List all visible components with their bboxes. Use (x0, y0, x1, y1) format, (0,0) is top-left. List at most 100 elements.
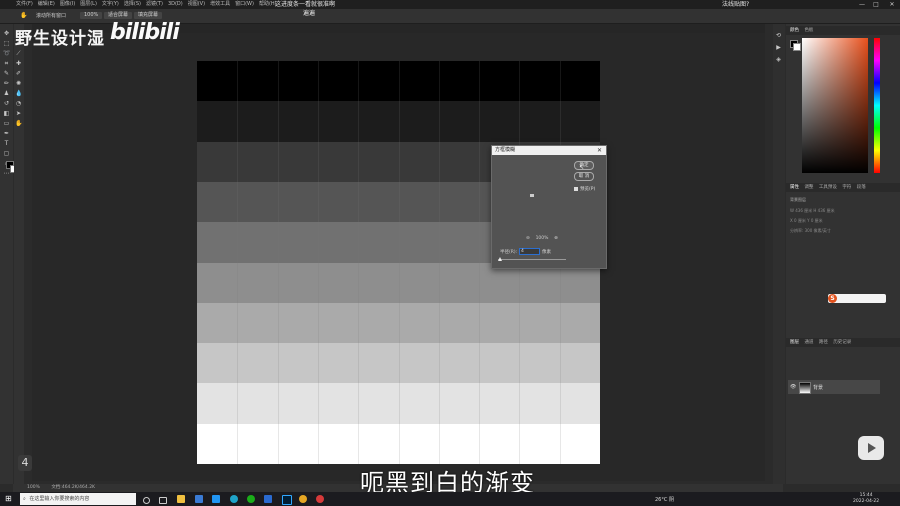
menu-item-4[interactable]: 文字(Y) (102, 0, 119, 9)
chrome-icon[interactable] (299, 495, 307, 503)
menu-item-6[interactable]: 滤镜(T) (146, 0, 163, 9)
lasso-tool-icon[interactable]: ➰ (3, 50, 10, 57)
preview-checkbox[interactable]: 预览(P) (574, 186, 595, 192)
task-view-icon[interactable] (143, 497, 150, 504)
widgets-icon[interactable] (159, 497, 167, 504)
maximize-button[interactable]: □ (870, 0, 882, 9)
radius-slider-handle[interactable] (498, 257, 502, 261)
panel-bg-swatch[interactable] (793, 43, 801, 51)
close-window-button[interactable]: ✕ (886, 0, 898, 9)
store-icon[interactable] (195, 495, 203, 503)
layer-visibility-eye-icon[interactable]: 👁 (790, 384, 796, 390)
eyedropper-tool-icon[interactable]: ✎ (3, 70, 10, 77)
history-panel-icon[interactable]: ⟲ (775, 32, 782, 39)
menu-item-10[interactable]: 窗口(W) (235, 0, 254, 9)
shape-tool-icon[interactable]: ▢ (3, 150, 10, 157)
3d-panel-icon[interactable]: ◈ (775, 56, 782, 63)
crop-tool-icon[interactable]: ⌗ (3, 60, 10, 67)
marquee-tool-icon[interactable]: ⬚ (3, 40, 10, 47)
bilibili-logo: bilibili (110, 20, 180, 45)
sogou-ime-icon[interactable]: S (828, 294, 837, 303)
pen-tool-icon[interactable]: ✒ (3, 130, 10, 137)
gradient-tool-icon[interactable]: ▭ (3, 120, 10, 127)
zoom-value[interactable]: 100% (80, 12, 103, 19)
mail-icon[interactable] (212, 495, 220, 503)
menu-item-1[interactable]: 编辑(E) (38, 0, 55, 9)
tab-tool-presets[interactable]: 工具预设 (819, 183, 837, 192)
menu-item-7[interactable]: 3D(D) (168, 0, 183, 9)
history-brush-icon[interactable]: ↺ (3, 100, 10, 107)
color-picker-field[interactable] (802, 38, 868, 173)
slice-tool-icon[interactable]: ⟋ (15, 50, 22, 57)
preview-thumbnail[interactable] (530, 194, 534, 197)
menu-item-5[interactable]: 选择(S) (124, 0, 141, 9)
box-blur-dialog: 方框模糊 ✕ 确定 取 消 预览(P) ⊖ 100% ⊕ 半径(R): 4 像素 (491, 145, 607, 269)
menu-item-11[interactable]: 帮助(H) (259, 0, 277, 9)
more-tools-icon[interactable]: ⋯ (3, 170, 10, 177)
actions-panel-icon[interactable]: ▶ (775, 44, 782, 51)
properties-size-row: W 436 厘米 H 436 厘米 (790, 208, 835, 213)
tab-adjustments[interactable]: 调整 (804, 183, 813, 192)
status-zoom: 100% (27, 485, 40, 490)
app-icon[interactable] (264, 495, 272, 503)
brush-tool-icon[interactable]: ✏ (3, 80, 10, 87)
tab-layers[interactable]: 图层 (790, 338, 799, 347)
text-tool-icon[interactable]: T (3, 140, 10, 147)
tab-properties[interactable]: 属性 (790, 183, 799, 192)
healing-brush-icon[interactable]: ✚ (15, 60, 22, 67)
tab-paths[interactable]: 路径 (819, 338, 828, 347)
grid-line (277, 61, 279, 464)
radius-slider-track[interactable] (498, 259, 566, 260)
menu-item-9[interactable]: 增效工具 (210, 0, 230, 9)
video-play-overlay-icon[interactable] (858, 436, 884, 460)
preview-zoom-level: 100% (535, 236, 549, 241)
move-tool-icon[interactable]: ✥ (3, 30, 10, 37)
eraser-tool-icon[interactable]: ◧ (3, 110, 10, 117)
hue-slider[interactable] (874, 38, 880, 173)
tray-clock[interactable]: 15:44 2022-04-22 (853, 493, 879, 505)
edge-browser-icon[interactable] (230, 495, 238, 503)
stamp-tool-icon[interactable]: ♟ (3, 90, 10, 97)
hand-tool-active-icon[interactable]: ✋ (15, 120, 22, 127)
minimize-button[interactable]: — (856, 0, 868, 9)
tray-date: 2022-04-22 (853, 499, 880, 504)
zoom-out-icon[interactable]: ⊖ (526, 236, 530, 241)
search-icon: ⌕ (23, 496, 26, 502)
tab-paragraph[interactable]: 段落 (857, 183, 866, 192)
dialog-close-icon[interactable]: ✕ (597, 146, 602, 155)
cancel-button[interactable]: 取 消 (574, 172, 594, 181)
taskbar-search-input[interactable]: ⌕ 在这里输入你要搜索的内容 (20, 493, 136, 505)
menu-item-8[interactable]: 视图(V) (188, 0, 205, 9)
fit-screen-button[interactable]: 适合屏幕 (104, 12, 133, 19)
menu-item-3[interactable]: 图层(L) (80, 0, 97, 9)
radius-input[interactable]: 4 (519, 248, 540, 255)
wechat-icon[interactable] (247, 495, 255, 503)
preview-checkbox-box[interactable] (574, 186, 578, 191)
scroll-all-windows-checkbox[interactable]: 滚动所有窗口 (36, 12, 66, 19)
tab-channels[interactable]: 通道 (804, 338, 813, 347)
menu-item-2[interactable]: 图像(I) (60, 0, 75, 9)
fill-screen-button[interactable]: 填充屏幕 (134, 12, 163, 19)
tab-color[interactable]: 颜色 (790, 26, 799, 35)
art-history-icon[interactable]: ✺ (15, 80, 22, 87)
tray-weather[interactable]: 26°C 阴 (655, 496, 674, 503)
watermark-text: 野生设计湿 (15, 29, 105, 49)
blur-tool-icon[interactable]: 💧 (15, 90, 22, 97)
help-search-label[interactable]: 法线贴图? (722, 0, 749, 9)
tab-history[interactable]: 历史记录 (833, 338, 851, 347)
hand-tool-icon[interactable]: ✋ (20, 12, 27, 19)
dodge-tool-icon[interactable]: ◔ (15, 100, 22, 107)
photoshop-icon[interactable] (282, 495, 292, 505)
windows-start-icon[interactable]: ⊞ (5, 495, 13, 503)
path-select-icon[interactable]: ➤ (15, 110, 22, 117)
radius-label: 半径(R): (500, 250, 518, 255)
menu-item-0[interactable]: 文件(F) (16, 0, 33, 9)
recorder-icon[interactable] (316, 495, 324, 503)
tab-character[interactable]: 字符 (842, 183, 851, 192)
layer-name: 背景 (813, 385, 824, 391)
file-explorer-icon[interactable] (177, 495, 185, 503)
pencil-tool-icon[interactable]: ✐ (15, 70, 22, 77)
zoom-in-icon[interactable]: ⊕ (554, 236, 558, 241)
tab-swatches[interactable]: 色板 (804, 26, 813, 35)
preview-zoom-controls: ⊖ 100% ⊕ (510, 236, 574, 241)
